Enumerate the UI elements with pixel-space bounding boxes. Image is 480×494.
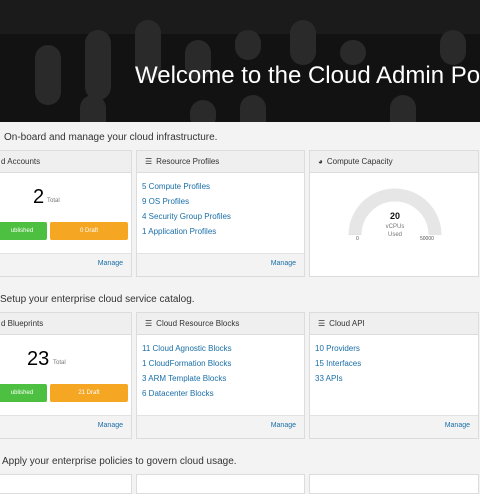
hero-decoration	[190, 100, 216, 122]
policy-panel-partial	[136, 474, 305, 494]
gauge-icon: ◕	[318, 157, 323, 166]
panel-footer: Manage	[0, 253, 131, 276]
manage-link[interactable]: Manage	[445, 422, 470, 429]
blueprints-total-label: Total	[53, 360, 66, 366]
accounts-count: 2	[33, 186, 45, 208]
published-button[interactable]: ublished	[0, 222, 47, 240]
panel-header: ◕ Compute Capacity	[310, 151, 478, 173]
panel-title: Resource Profiles	[156, 157, 220, 166]
policy-panel-partial	[309, 474, 479, 494]
hero-decoration	[35, 45, 61, 105]
cloud-api-panel: ☰ Cloud API 10 Providers 15 Interfaces 33…	[309, 312, 479, 439]
compute-profiles-link[interactable]: 5 Compute Profiles	[142, 179, 231, 194]
manage-link[interactable]: Manage	[271, 422, 296, 429]
hero-banner: Welcome to the Cloud Admin Portal	[0, 0, 480, 122]
panel-title: Cloud API	[329, 319, 365, 328]
cloudformation-blocks-link[interactable]: 1 CloudFormation Blocks	[142, 356, 232, 371]
gauge-unit: vCPUs	[385, 224, 405, 230]
hero-top-band	[0, 0, 480, 34]
security-group-profiles-link[interactable]: 4 Security Group Profiles	[142, 209, 231, 224]
panel-footer: Manage	[137, 253, 304, 276]
panel-title: Cloud Resource Blocks	[156, 319, 240, 328]
panel-title: Compute Capacity	[326, 157, 393, 166]
compute-capacity-panel: ◕ Compute Capacity 20 vCPUs Used 0 50000	[309, 150, 479, 277]
apis-link[interactable]: 33 APIs	[315, 371, 361, 386]
hero-decoration	[440, 30, 466, 65]
cloud-agnostic-blocks-link[interactable]: 11 Cloud Agnostic Blocks	[142, 341, 232, 356]
blueprints-panel: d Blueprints 23 Total ublished 21 Draft …	[0, 312, 132, 439]
hero-decoration	[235, 30, 261, 60]
section-text-catalog: Setup your enterprise cloud service cata…	[0, 294, 195, 305]
resource-profiles-panel: ☰ Resource Profiles 5 Compute Profiles 9 …	[136, 150, 305, 277]
published-button[interactable]: ublished	[0, 384, 47, 402]
link-list: 10 Providers 15 Interfaces 33 APIs	[315, 341, 361, 386]
panel-header: ☰ Cloud Resource Blocks	[137, 313, 304, 335]
manage-link[interactable]: Manage	[98, 260, 123, 267]
gauge-min: 0	[356, 236, 359, 242]
interfaces-link[interactable]: 15 Interfaces	[315, 356, 361, 371]
list-icon: ☰	[145, 319, 153, 328]
manage-link[interactable]: Manage	[271, 260, 296, 267]
section-text-infrastructure: On-board and manage your cloud infrastru…	[4, 132, 218, 143]
datacenter-blocks-link[interactable]: 6 Datacenter Blocks	[142, 386, 232, 401]
panel-header: ☰ Resource Profiles	[137, 151, 304, 173]
link-list: 5 Compute Profiles 9 OS Profiles 4 Secur…	[142, 179, 231, 239]
gauge-max: 50000	[420, 236, 434, 242]
hero-decoration	[80, 95, 106, 122]
gauge-value: 20	[389, 211, 400, 221]
blueprints-count: 23	[27, 348, 50, 370]
cloud-resource-blocks-panel: ☰ Cloud Resource Blocks 11 Cloud Agnostic…	[136, 312, 305, 439]
draft-button[interactable]: 0 Draft	[50, 222, 128, 240]
list-icon: ☰	[318, 319, 326, 328]
draft-button[interactable]: 21 Draft	[50, 384, 128, 402]
manage-link[interactable]: Manage	[98, 422, 123, 429]
section-text-policies: Apply your enterprise policies to govern…	[2, 456, 237, 467]
list-icon: ☰	[145, 157, 153, 166]
os-profiles-link[interactable]: 9 OS Profiles	[142, 194, 231, 209]
policy-panel-partial	[0, 474, 132, 494]
arm-template-blocks-link[interactable]: 3 ARM Template Blocks	[142, 371, 232, 386]
application-profiles-link[interactable]: 1 Application Profiles	[142, 224, 231, 239]
accounts-total-label: Total	[47, 198, 60, 204]
hero-title: Welcome to the Cloud Admin Portal	[135, 62, 480, 89]
hero-decoration	[240, 95, 266, 122]
hero-decoration	[290, 20, 316, 65]
hero-decoration	[390, 95, 416, 122]
accounts-panel: d Accounts 2 Total ublished 0 Draft Mana…	[0, 150, 132, 277]
panel-header: d Accounts	[0, 151, 131, 173]
hero-decoration	[85, 30, 111, 100]
panel-footer: Manage	[137, 415, 304, 438]
link-list: 11 Cloud Agnostic Blocks 1 CloudFormatio…	[142, 341, 232, 401]
panel-footer: Manage	[310, 415, 478, 438]
panel-header: ☰ Cloud API	[310, 313, 478, 335]
providers-link[interactable]: 10 Providers	[315, 341, 361, 356]
gauge-used-label: Used	[387, 232, 402, 238]
panel-footer: Manage	[0, 415, 131, 438]
panel-header: d Blueprints	[0, 313, 131, 335]
